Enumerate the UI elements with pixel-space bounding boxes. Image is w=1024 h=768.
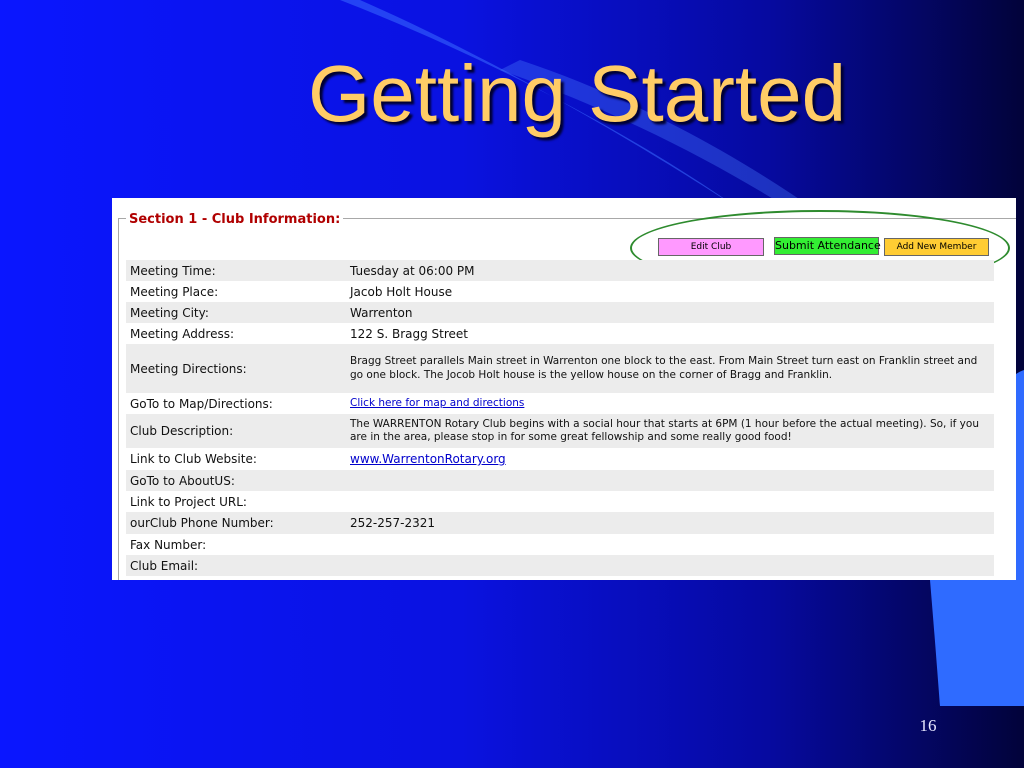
table-row: Club Description: The WARRENTON Rotary C… <box>126 414 994 448</box>
row-value <box>346 534 994 555</box>
table-row: GoTo to Map/Directions: Click here for m… <box>126 393 994 414</box>
row-label: Meeting Place: <box>126 281 346 302</box>
row-label: Club Description: <box>126 414 346 448</box>
row-value: 252-257-2321 <box>346 512 994 534</box>
table-row: Meeting Address: 122 S. Bragg Street <box>126 323 994 344</box>
table-row: ourClub Phone Number: 252-257-2321 <box>126 512 994 534</box>
table-row: Link to Club Website: www.WarrentonRotar… <box>126 448 994 470</box>
row-label: Meeting City: <box>126 302 346 323</box>
club-info-table: Meeting Time: Tuesday at 06:00 PM Meetin… <box>126 260 994 576</box>
table-row: Meeting Time: Tuesday at 06:00 PM <box>126 260 994 281</box>
page-number: 16 <box>919 716 937 735</box>
row-value <box>346 470 994 491</box>
row-label: Link to Project URL: <box>126 491 346 512</box>
table-row: Meeting Place: Jacob Holt House <box>126 281 994 302</box>
row-label: Meeting Time: <box>126 260 346 281</box>
slide-title: Getting Started <box>308 49 847 138</box>
table-row: Meeting City: Warrenton <box>126 302 994 323</box>
club-website-link[interactable]: www.WarrentonRotary.org <box>350 452 506 466</box>
table-row: Link to Project URL: <box>126 491 994 512</box>
club-information-panel: Section 1 - Club Information: Edit Club … <box>112 198 1016 580</box>
row-value: The WARRENTON Rotary Club begins with a … <box>346 414 994 448</box>
row-value: 122 S. Bragg Street <box>346 323 994 344</box>
row-label: GoTo to Map/Directions: <box>126 393 346 414</box>
row-label: ourClub Phone Number: <box>126 512 346 534</box>
row-value: Jacob Holt House <box>346 281 994 302</box>
table-row: GoTo to AboutUS: <box>126 470 994 491</box>
row-label: Meeting Directions: <box>126 344 346 393</box>
row-label: Club Email: <box>126 555 346 576</box>
row-value <box>346 555 994 576</box>
row-label: Link to Club Website: <box>126 448 346 470</box>
row-label: GoTo to AboutUS: <box>126 470 346 491</box>
row-value: Warrenton <box>346 302 994 323</box>
map-directions-link[interactable]: Click here for map and directions <box>350 397 524 409</box>
row-value: Tuesday at 06:00 PM <box>346 260 994 281</box>
table-row: Club Email: <box>126 555 994 576</box>
row-label: Meeting Address: <box>126 323 346 344</box>
row-label: Fax Number: <box>126 534 346 555</box>
section-legend: Section 1 - Club Information: <box>126 212 344 227</box>
add-new-member-button[interactable]: Add New Member <box>884 238 989 256</box>
table-row: Fax Number: <box>126 534 994 555</box>
submit-attendance-button[interactable]: Submit Attendance <box>774 237 881 255</box>
table-row: Meeting Directions: Bragg Street paralle… <box>126 344 994 393</box>
row-value <box>346 491 994 512</box>
edit-club-button[interactable]: Edit Club <box>658 238 764 256</box>
row-value: Bragg Street parallels Main street in Wa… <box>346 344 994 393</box>
